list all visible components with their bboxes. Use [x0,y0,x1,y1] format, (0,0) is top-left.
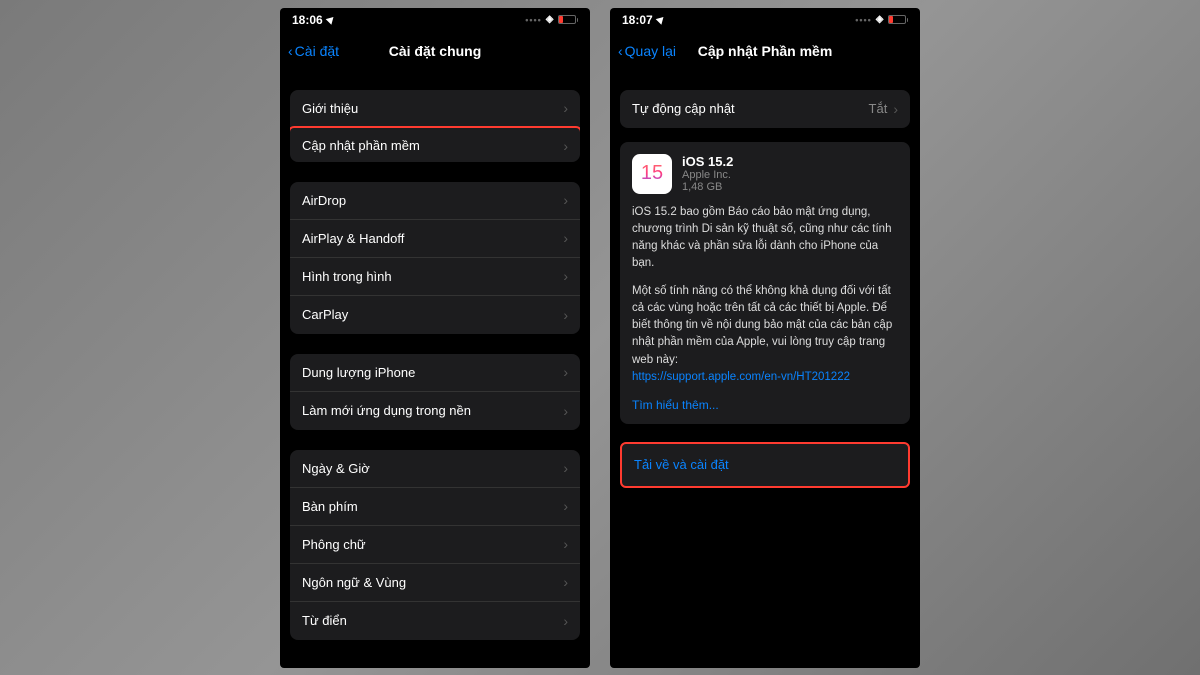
ios-icon: 15 [632,154,672,194]
back-label: Cài đặt [295,43,339,59]
chevron-right-icon: › [563,100,568,116]
status-time: 18:06 [292,13,323,27]
chevron-right-icon: › [563,138,568,154]
row-storage[interactable]: Dung lượng iPhone › [290,354,580,392]
row-auto-update[interactable]: Tự động cập nhật Tắt › [620,90,910,128]
chevron-right-icon: › [563,364,568,380]
row-label: CarPlay [302,307,348,322]
update-title: iOS 15.2 [682,154,733,169]
row-label: Tự động cập nhật [632,101,735,116]
chevron-left-icon: ‹ [288,43,293,59]
row-label: Làm mới ứng dụng trong nền [302,403,471,418]
update-description-2: Một số tính năng có thể không khả dụng đ… [632,283,898,387]
back-button[interactable]: ‹ Quay lại [618,43,676,59]
chevron-right-icon: › [563,460,568,476]
row-label: Hình trong hình [302,269,392,284]
content-scroll[interactable]: Tự động cập nhật Tắt › 15 iOS 15.2 Apple… [610,70,920,668]
battery-icon [558,15,579,24]
row-label: Giới thiệu [302,101,358,116]
chevron-right-icon: › [563,498,568,514]
content-scroll[interactable]: Giới thiệu › Cập nhật phần mềm › AirDrop… [280,70,590,668]
row-carplay[interactable]: CarPlay › [290,296,580,334]
row-label: AirPlay & Handoff [302,231,404,246]
row-fonts[interactable]: Phông chữ › [290,526,580,564]
download-install-button[interactable]: Tải về và cài đặt [620,442,910,488]
status-time: 18:07 [622,13,653,27]
section-connectivity: AirDrop › AirPlay & Handoff › Hình trong… [290,182,580,334]
location-icon [325,14,336,25]
row-software-update[interactable]: Cập nhật phần mềm › [290,126,580,162]
status-bar: 18:06 •••• ◈ [280,8,590,32]
chevron-right-icon: › [893,101,898,117]
row-label: AirDrop [302,193,346,208]
back-button[interactable]: ‹ Cài đặt [288,43,339,59]
chevron-right-icon: › [563,268,568,284]
row-dictionary[interactable]: Từ điển › [290,602,580,640]
nav-header: ‹ Cài đặt Cài đặt chung [280,32,590,70]
phone-left: 18:06 •••• ◈ ‹ Cài đặt Cài đặt chung Giớ… [280,8,590,668]
row-keyboard[interactable]: Bàn phím › [290,488,580,526]
chevron-right-icon: › [563,536,568,552]
row-label: Cập nhật phần mềm [302,138,420,153]
chevron-right-icon: › [563,192,568,208]
security-link[interactable]: https://support.apple.com/en-vn/HT201222 [632,371,850,383]
page-title: Cài đặt chung [389,43,482,59]
chevron-right-icon: › [563,403,568,419]
chevron-left-icon: ‹ [618,43,623,59]
row-about[interactable]: Giới thiệu › [290,90,580,128]
battery-icon [888,15,909,24]
row-background-refresh[interactable]: Làm mới ứng dụng trong nền › [290,392,580,430]
update-size: 1,48 GB [682,181,733,193]
row-value: Tắt [869,101,888,116]
update-card: 15 iOS 15.2 Apple Inc. 1,48 GB iOS 15.2 … [620,142,910,425]
chevron-right-icon: › [563,574,568,590]
row-date-time[interactable]: Ngày & Giờ › [290,450,580,488]
row-label: Dung lượng iPhone [302,365,415,380]
signal-icon: •••• [855,15,872,25]
location-icon [655,14,666,25]
row-label: Ngôn ngữ & Vùng [302,575,406,590]
phone-right: 18:07 •••• ◈ ‹ Quay lại Cập nhật Phần mề… [610,8,920,668]
row-pip[interactable]: Hình trong hình › [290,258,580,296]
row-airdrop[interactable]: AirDrop › [290,182,580,220]
row-label: Ngày & Giờ [302,461,370,476]
wifi-icon: ◈ [546,14,554,25]
back-label: Quay lại [625,43,676,59]
signal-icon: •••• [525,15,542,25]
section-auto-update: Tự động cập nhật Tắt › [620,90,910,128]
row-label: Từ điển [302,613,347,628]
learn-more-link[interactable]: Tìm hiểu thêm... [632,398,898,412]
page-title: Cập nhật Phần mềm [698,43,833,59]
row-label: Bàn phím [302,499,358,514]
row-airplay[interactable]: AirPlay & Handoff › [290,220,580,258]
chevron-right-icon: › [563,613,568,629]
section-storage: Dung lượng iPhone › Làm mới ứng dụng tro… [290,354,580,430]
update-publisher: Apple Inc. [682,169,733,181]
chevron-right-icon: › [563,230,568,246]
status-bar: 18:07 •••• ◈ [610,8,920,32]
section-about: Giới thiệu › Cập nhật phần mềm › [290,90,580,162]
row-language-region[interactable]: Ngôn ngữ & Vùng › [290,564,580,602]
update-description-1: iOS 15.2 bao gồm Báo cáo bảo mật ứng dụn… [632,204,898,273]
download-label: Tải về và cài đặt [634,457,729,472]
section-region: Ngày & Giờ › Bàn phím › Phông chữ › Ngôn… [290,450,580,640]
nav-header: ‹ Quay lại Cập nhật Phần mềm [610,32,920,70]
row-label: Phông chữ [302,537,366,552]
wifi-icon: ◈ [876,14,884,25]
chevron-right-icon: › [563,307,568,323]
